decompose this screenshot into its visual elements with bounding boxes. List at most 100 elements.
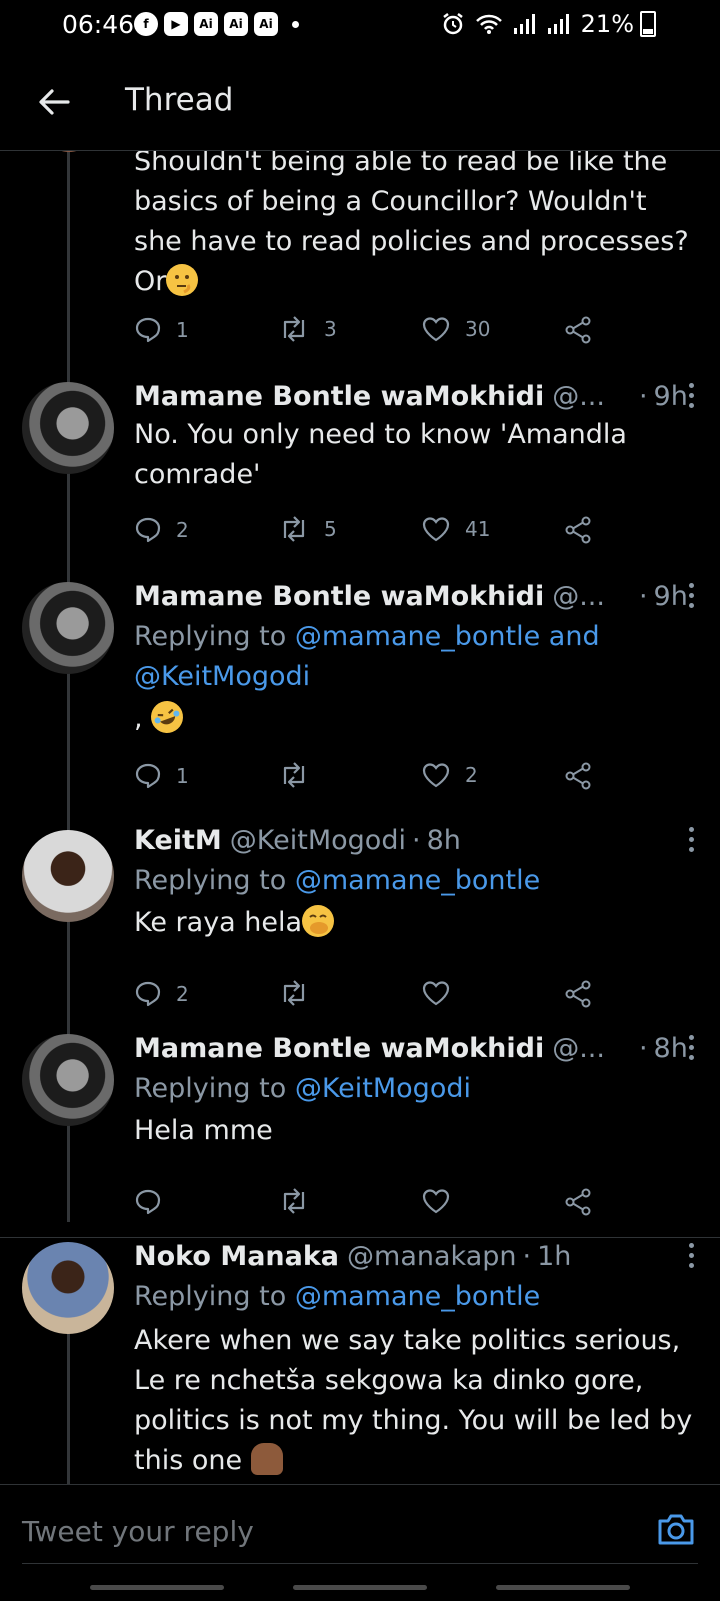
- gesture-hint: [90, 1585, 224, 1590]
- wifi-icon: [475, 14, 502, 34]
- status-bar: 06:46 f ▶ Ai Ai Ai 21%: [0, 0, 720, 54]
- thread-feed[interactable]: Shouldn't being able to read be like the…: [0, 150, 720, 1484]
- like-button[interactable]: 30: [421, 316, 490, 342]
- reply-icon: [135, 763, 161, 789]
- timestamp: 8h: [653, 1032, 688, 1064]
- like-button[interactable]: [421, 1188, 465, 1214]
- more-options-button[interactable]: [686, 1035, 696, 1060]
- share-button[interactable]: [564, 1188, 592, 1216]
- battery-icon: [640, 11, 656, 37]
- battery-percent: 21%: [580, 10, 634, 38]
- retweet-button[interactable]: [278, 762, 324, 788]
- tweet-header: Mamane Bontle waMokhidi @... · 8h: [134, 1029, 696, 1067]
- more-options-button[interactable]: [686, 1243, 696, 1268]
- separator-dot: ·: [411, 824, 421, 856]
- more-options-button[interactable]: [686, 383, 696, 408]
- reply-button[interactable]: 2: [134, 516, 189, 544]
- replying-to: Replying to @KeitMogodi: [134, 1073, 471, 1104]
- reply-icon: [135, 1189, 161, 1215]
- reply-button[interactable]: 2: [134, 980, 189, 1008]
- retweet-icon: [283, 980, 305, 1006]
- username[interactable]: @manakapn: [347, 1241, 516, 1272]
- alarm-icon: [442, 13, 463, 35]
- avatar[interactable]: [22, 1034, 114, 1126]
- separator-dot: ·: [638, 580, 648, 612]
- display-name[interactable]: KeitM: [134, 825, 222, 856]
- reply-count: 2: [176, 982, 189, 1006]
- tweet[interactable]: Shouldn't being able to read be like the…: [0, 150, 720, 360]
- replying-to: Replying to @mamane_bontle: [134, 1281, 541, 1312]
- reply-icon: [135, 981, 161, 1007]
- tweet[interactable]: Mamane Bontle waMokhidi @... · 8h Replyi…: [0, 1033, 720, 1224]
- like-button[interactable]: 41: [421, 516, 490, 542]
- reply-input[interactable]: Tweet your reply: [22, 1515, 254, 1548]
- like-button[interactable]: 2: [421, 762, 478, 788]
- thinking-face-emoji: [166, 264, 199, 296]
- tweet[interactable]: Noko Manaka @manakapn · 1h Replying to @…: [0, 1241, 720, 1484]
- share-button[interactable]: [564, 516, 592, 544]
- username[interactable]: @...: [552, 381, 605, 412]
- reply-button[interactable]: 1: [134, 316, 189, 344]
- display-name[interactable]: Mamane Bontle waMokhidi: [134, 1033, 544, 1064]
- tweet-header: Noko Manaka @manakapn · 1h: [134, 1237, 696, 1275]
- retweet-icon: [283, 1188, 305, 1214]
- tweet-actions: [134, 1188, 604, 1222]
- display-name[interactable]: Mamane Bontle waMokhidi: [134, 581, 544, 612]
- more-options-button[interactable]: [686, 583, 696, 608]
- back-button[interactable]: [28, 76, 80, 128]
- username[interactable]: @...: [552, 1033, 605, 1064]
- share-button[interactable]: [564, 980, 592, 1008]
- mention-link[interactable]: @mamane_bontle: [295, 1281, 540, 1312]
- system-icons: 21%: [441, 10, 656, 38]
- reply-button[interactable]: [134, 1188, 176, 1216]
- signal-icon: [547, 14, 569, 34]
- display-name[interactable]: Mamane Bontle waMokhidi: [134, 381, 544, 412]
- mention-link[interactable]: @KeitMogodi: [295, 1073, 471, 1104]
- avatar[interactable]: [22, 382, 114, 474]
- reply-count: 1: [176, 764, 189, 788]
- reply-button[interactable]: 1: [134, 762, 189, 790]
- tweet-header: KeitM @KeitMogodi · 8h: [134, 821, 696, 859]
- retweet-button[interactable]: [278, 1188, 324, 1214]
- retweet-button[interactable]: 5: [278, 516, 337, 542]
- retweet-button[interactable]: [278, 980, 324, 1006]
- gesture-hint: [496, 1585, 630, 1590]
- app-bar: Thread: [0, 54, 720, 151]
- mention-link[interactable]: @mamane_bontle: [295, 865, 540, 896]
- retweet-button[interactable]: 3: [278, 316, 337, 342]
- tweet-text: Ke raya hela: [134, 903, 696, 943]
- display-name[interactable]: Noko Manaka: [134, 1241, 339, 1272]
- camera-icon: [658, 1514, 694, 1545]
- separator-dot: ·: [522, 1240, 532, 1272]
- page-title: Thread: [125, 82, 234, 118]
- avatar[interactable]: [22, 830, 114, 922]
- arrow-left-icon: [39, 89, 70, 115]
- tweet-text: Hela mme: [134, 1115, 273, 1146]
- tweet-text: No. You only need to know 'Amandla comra…: [134, 419, 627, 490]
- share-button[interactable]: [564, 762, 592, 790]
- username[interactable]: @KeitMogodi: [230, 825, 406, 856]
- tweet[interactable]: Mamane Bontle waMokhidi @... · 9h Replyi…: [0, 581, 720, 802]
- timestamp: 1h: [537, 1240, 572, 1272]
- avatar[interactable]: [22, 582, 114, 674]
- avatar[interactable]: [22, 1242, 114, 1334]
- youtube-icon: ▶: [164, 12, 188, 36]
- camera-button[interactable]: [654, 1507, 698, 1551]
- pinching-hand-emoji: [250, 1443, 283, 1475]
- tweet[interactable]: KeitM @KeitMogodi · 8h Replying to @mama…: [0, 825, 720, 1016]
- username[interactable]: @...: [552, 581, 605, 612]
- app-notification-icon: Ai: [194, 12, 218, 36]
- retweet-icon: [283, 762, 305, 788]
- tweet-actions: 2 5 41: [134, 516, 604, 550]
- app-notification-icon: Ai: [254, 12, 278, 36]
- like-button[interactable]: [421, 980, 465, 1006]
- tweet-header: Mamane Bontle waMokhidi @... · 9h: [134, 577, 696, 615]
- more-notifications-dot: [292, 20, 299, 28]
- more-options-button[interactable]: [686, 827, 696, 852]
- share-icon: [565, 1188, 591, 1216]
- share-button[interactable]: [564, 316, 592, 344]
- like-count: 2: [465, 763, 478, 787]
- signal-icon: [513, 14, 535, 34]
- tweet[interactable]: Mamane Bontle waMokhidi @... · 9h No. Yo…: [0, 380, 720, 550]
- heart-icon: [422, 981, 450, 1006]
